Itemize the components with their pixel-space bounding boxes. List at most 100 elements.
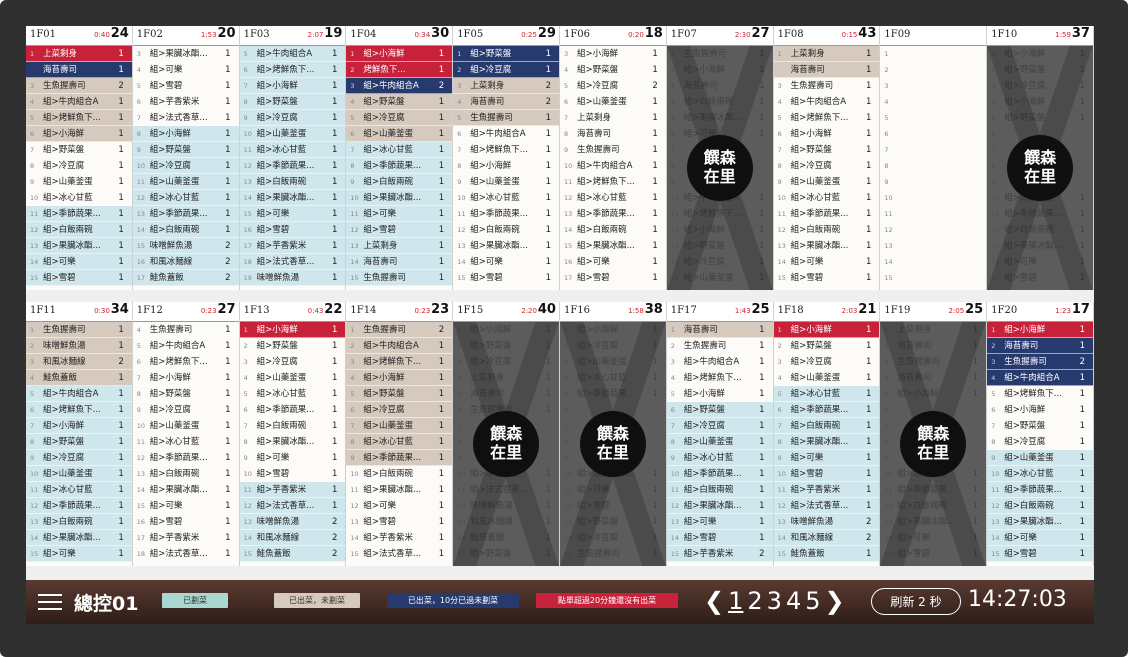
order-item-row[interactable]: 7 組>山藥釜蛋 1 xyxy=(346,418,453,434)
order-item-row[interactable]: 2 生魚握壽司 1 xyxy=(666,338,773,354)
order-item-row[interactable]: 5 組>烤鮮魚下... 1 xyxy=(26,110,132,126)
order-item-row[interactable]: 6 組>烤鮮魚下... 1 xyxy=(132,354,239,370)
order-item-row[interactable]: 3 組>冷豆腐 1 xyxy=(239,354,346,370)
order-item-row[interactable]: 11 組>可樂 1 xyxy=(346,206,453,222)
order-item-row[interactable]: 15 生魚握壽司 1 xyxy=(346,270,453,286)
order-item-row[interactable]: 6 組>芋香紫米 1 xyxy=(132,94,239,110)
order-item-row[interactable]: 15 組>雪碧 1 xyxy=(773,270,880,286)
order-item-row[interactable]: 15 組>雪碧 1 xyxy=(453,270,559,286)
page-2[interactable]: 2 xyxy=(747,587,762,615)
order-item-row[interactable]: 3 xyxy=(880,78,987,94)
order-item-row[interactable]: 8 組>小海鮮 1 xyxy=(453,158,559,174)
order-item-row[interactable]: 5 組>烤鮮魚下... 1 xyxy=(987,386,1093,402)
order-item-row[interactable]: 6 組>季節蔬果... 1 xyxy=(239,402,346,418)
order-item-row[interactable]: 13 組>果臟冰酯... 1 xyxy=(987,514,1093,530)
order-item-row[interactable]: 10 組>冰心甘藍 1 xyxy=(26,190,132,206)
table-card[interactable]: 1F01 0:40 24 1 上菜剩身 1 海苔壽司 1 3 生魚握壽司 2 4 組>牛肉組合A 1 5 組>… xyxy=(26,26,133,290)
table-card[interactable]: 1F02 1:53 20 3 組>果臟冰酯... 1 4 組>可樂 1 5 組>雪碧 1 6 組>芋香紫米… xyxy=(132,26,240,290)
order-item-row[interactable]: 7 組>小海鮮 1 xyxy=(26,418,132,434)
hamburger-menu-icon[interactable] xyxy=(38,594,62,611)
order-item-row[interactable]: 13 組>可樂 1 xyxy=(666,514,773,530)
order-item-row[interactable]: 3 組>小海鮮 1 xyxy=(560,46,666,62)
order-item-row[interactable]: 12 組>法式香草... 1 xyxy=(239,498,346,514)
order-item-row[interactable]: 14 組>果臟冰酯... 1 xyxy=(132,482,239,498)
order-item-row[interactable]: 4 組>牛肉組合A 1 xyxy=(26,94,132,110)
order-item-row[interactable]: 15 組>法式香草... 1 xyxy=(346,546,453,562)
order-item-row[interactable]: 4 組>牛肉組合A 1 xyxy=(773,94,880,110)
order-item-row[interactable]: 3 和風冰麵線 2 xyxy=(26,354,132,370)
table-card[interactable]: 1F14 0:23 23 1 生魚握壽司 2 2 組>牛肉組合A 1 3 組>烤鮮魚下... 1 4 組>… xyxy=(346,302,454,566)
order-item-row[interactable]: 17 組>芋香紫米 1 xyxy=(132,530,239,546)
order-item-row[interactable]: 5 組>冰心甘藍 1 xyxy=(239,386,346,402)
order-item-row[interactable]: 12 組>季節蔬果... 1 xyxy=(132,450,239,466)
table-card[interactable]: 1F13 0:43 22 1 組>小海鮮 1 2 組>野菜盤 1 3 組>冷豆腐 1 4 組>山藥釜蛋 1 5… xyxy=(239,302,347,566)
order-item-row[interactable]: 12 組>法式香草... 1 xyxy=(773,498,880,514)
order-item-row[interactable]: 3 生魚握壽司 1 xyxy=(773,78,880,94)
table-card[interactable]: 1F11 0:30 34 1 生魚握壽司 1 2 味噌鮮魚湯 1 3 和風冰麵線 2 4 鮭魚蓋飯 1 5 組>… xyxy=(26,302,133,566)
order-item-row[interactable]: 5 組>烤鮮魚下... 1 xyxy=(773,110,880,126)
order-item-row[interactable]: 8 組>冷豆腐 1 xyxy=(773,158,880,174)
order-item-row[interactable]: 4 組>可樂 1 xyxy=(132,62,239,78)
order-item-row[interactable]: 2 xyxy=(880,62,987,78)
order-item-row[interactable]: 3 組>果臟冰酯... 1 xyxy=(132,46,239,62)
order-item-row[interactable]: 7 組>冰心甘藍 1 xyxy=(346,142,453,158)
order-item-row[interactable]: 4 海苔壽司 2 xyxy=(453,94,559,110)
order-item-row[interactable]: 13 味噌鮮魚湯 2 xyxy=(773,514,880,530)
order-item-row[interactable]: 8 組>冰心甘藍 1 xyxy=(346,434,453,450)
order-item-row[interactable]: 13 組>季節蔬果... 1 xyxy=(132,206,239,222)
order-item-row[interactable]: 7 組>野菜盤 1 xyxy=(773,142,880,158)
order-item-row[interactable]: 10 組>季節蔬果... 1 xyxy=(666,466,773,482)
order-item-row[interactable]: 11 組>冰心甘藍 1 xyxy=(132,434,239,450)
order-item-row[interactable]: 4 組>小海鮮 1 xyxy=(346,370,453,386)
order-item-row[interactable]: 8 組>野菜盤 1 xyxy=(239,94,346,110)
order-item-row[interactable]: 7 組>野菜盤 1 xyxy=(987,418,1093,434)
order-item-row[interactable]: 7 上菜剩身 1 xyxy=(560,110,666,126)
order-item-row[interactable]: 1 組>小海鮮 1 xyxy=(987,322,1093,338)
order-item-row[interactable]: 8 組>野菜盤 1 xyxy=(26,434,132,450)
order-item-row[interactable]: 4 組>牛肉組合A 1 xyxy=(987,370,1093,386)
order-item-row[interactable]: 11 組>芋香紫米 1 xyxy=(773,482,880,498)
order-item-row[interactable]: 2 烤鮮魚下... 1 xyxy=(346,62,453,78)
order-item-row[interactable]: 3 組>烤鮮魚下... 1 xyxy=(346,354,453,370)
order-item-row[interactable]: 11 組>冰心甘藍 1 xyxy=(26,482,132,498)
page-4[interactable]: 4 xyxy=(786,587,801,615)
order-item-row[interactable]: 14 組>白飯兩碗 1 xyxy=(560,222,666,238)
order-item-row[interactable]: 13 xyxy=(880,238,987,254)
order-item-row[interactable]: 3 組>牛肉組合A 1 xyxy=(666,354,773,370)
order-item-row[interactable]: 14 組>果臟冰酯... 1 xyxy=(26,530,132,546)
order-item-row[interactable]: 8 組>山藥釜蛋 1 xyxy=(666,434,773,450)
page-3[interactable]: 3 xyxy=(767,587,782,615)
order-item-row[interactable]: 12 組>白飯兩碗 1 xyxy=(26,222,132,238)
order-item-row[interactable]: 13 組>果臟冰酯... 1 xyxy=(453,238,559,254)
order-item-row[interactable]: 8 組>冷豆腐 1 xyxy=(26,158,132,174)
order-item-row[interactable]: 12 組>白飯兩碗 1 xyxy=(453,222,559,238)
order-item-row[interactable]: 2 海苔壽司 1 xyxy=(987,338,1093,354)
order-item-row[interactable]: 7 組>白飯兩碗 1 xyxy=(239,418,346,434)
order-item-row[interactable]: 5 xyxy=(880,110,987,126)
order-item-row[interactable]: 3 組>牛肉組合A 2 xyxy=(346,78,453,94)
order-item-row[interactable]: 13 組>季節蔬果... 1 xyxy=(560,206,666,222)
order-item-row[interactable]: 13 上菜剩身 1 xyxy=(346,238,453,254)
order-item-row[interactable]: 2 組>牛肉組合A 1 xyxy=(346,338,453,354)
order-item-row[interactable]: 9 組>山藥釜蛋 1 xyxy=(26,174,132,190)
order-item-row[interactable]: 9 組>冷豆腐 1 xyxy=(239,110,346,126)
order-item-row[interactable]: 11 組>季節蔬果... 1 xyxy=(453,206,559,222)
order-item-row[interactable]: 9 組>白飯兩碗 1 xyxy=(346,174,453,190)
order-item-row[interactable]: 11 組>烤鮮魚下... 1 xyxy=(560,174,666,190)
order-item-row[interactable]: 13 組>果臟冰酯... 1 xyxy=(26,238,132,254)
order-item-row[interactable]: 6 組>烤鮮魚下... 1 xyxy=(26,402,132,418)
order-item-row[interactable]: 15 組>可樂 1 xyxy=(132,498,239,514)
order-item-row[interactable]: 8 組>果臟冰酯... 1 xyxy=(773,434,880,450)
order-item-row[interactable]: 5 組>冷豆腐 2 xyxy=(560,78,666,94)
order-item-row[interactable]: 18 組>法式香草... 1 xyxy=(239,254,346,270)
order-item-row[interactable]: 18 組>法式香草... 1 xyxy=(132,546,239,562)
order-item-row[interactable]: 9 生魚握壽司 1 xyxy=(560,142,666,158)
order-item-row[interactable]: 15 組>可樂 1 xyxy=(239,206,346,222)
order-item-row[interactable]: 2 組>野菜盤 1 xyxy=(239,338,346,354)
order-item-row[interactable]: 1 上菜剩身 1 xyxy=(773,46,880,62)
order-item-row[interactable]: 2 味噌鮮魚湯 1 xyxy=(26,338,132,354)
order-item-row[interactable]: 2 組>冷豆腐 1 xyxy=(453,62,559,78)
order-item-row[interactable]: 10 組>冰心甘藍 1 xyxy=(987,466,1093,482)
order-item-row[interactable]: 1 組>野菜盤 1 xyxy=(453,46,559,62)
order-item-row[interactable]: 15 鮭魚蓋飯 1 xyxy=(773,546,880,562)
